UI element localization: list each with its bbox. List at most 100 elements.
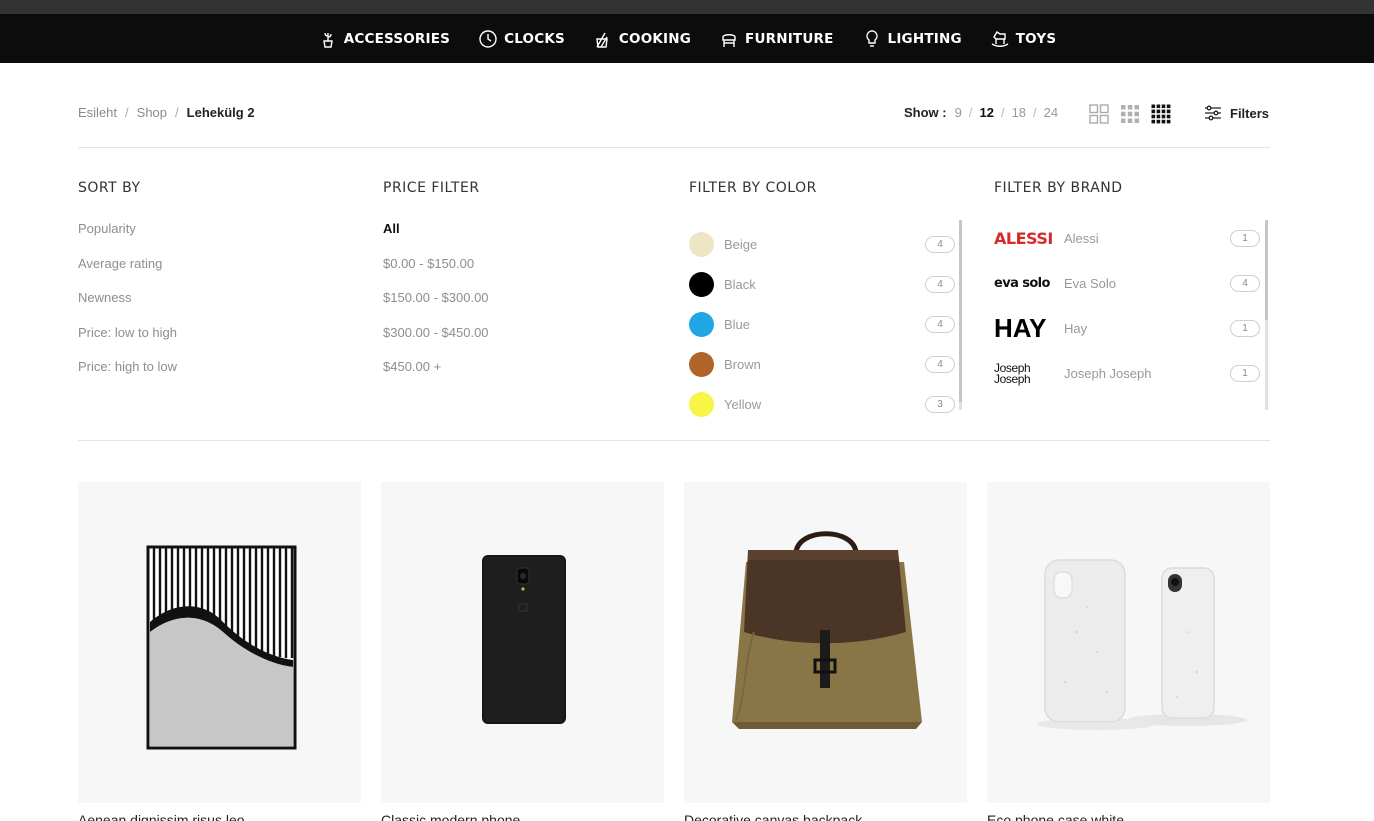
products-per-page: Show : 9 / 12 / 18 / 24 xyxy=(904,105,1058,120)
show-separator: / xyxy=(1000,105,1005,120)
color-option-black[interactable]: Black 4 xyxy=(689,264,955,304)
nav-item-clocks[interactable]: CLOCKS xyxy=(478,29,565,49)
product-card[interactable] xyxy=(381,482,664,803)
cactus-pot-icon xyxy=(322,32,333,48)
breadcrumb: Esileht / Shop / Lehekülg 2 xyxy=(78,105,255,120)
color-option-beige[interactable]: Beige 4 xyxy=(689,224,955,264)
lightbulb-icon xyxy=(865,29,878,47)
category-nav: ACCESSORIES CLOCKS COOKING FURNITURE LIG… xyxy=(0,14,1374,63)
product-card[interactable] xyxy=(78,482,361,803)
kitchen-utensils-icon xyxy=(596,32,608,48)
sort-option-newness[interactable]: Newness xyxy=(78,288,177,323)
price-option-0-150[interactable]: $0.00 - $150.00 xyxy=(383,254,489,289)
nav-item-lighting[interactable]: LIGHTING xyxy=(862,29,962,49)
sort-by-title: SORT BY xyxy=(78,180,141,196)
product-title[interactable]: Decorative canvas backpack xyxy=(684,812,862,821)
show-separator: / xyxy=(968,105,973,120)
price-option-all[interactable]: All xyxy=(383,219,489,254)
color-option-yellow[interactable]: Yellow 3 xyxy=(689,384,955,424)
grid-2-icon[interactable] xyxy=(1088,103,1110,125)
nav-label-accessories: ACCESSORIES xyxy=(343,30,451,47)
rocking-horse-icon xyxy=(991,30,1009,47)
hay-logo-text: HAY xyxy=(994,313,1047,343)
product-card[interactable] xyxy=(684,482,967,803)
nav-label-furniture: FURNITURE xyxy=(745,30,834,47)
color-swatch xyxy=(689,391,714,417)
show-option-12[interactable]: 12 xyxy=(979,105,993,120)
product-title[interactable]: Classic modern phone xyxy=(381,812,520,821)
show-separator: / xyxy=(1033,105,1037,120)
sort-by-list: Popularity Average rating Newness Price:… xyxy=(78,219,177,392)
breadcrumb-shop[interactable]: Shop xyxy=(137,105,167,120)
brand-option-hay[interactable]: HAY Hay 1 xyxy=(994,306,1260,351)
show-label: Show : xyxy=(904,105,947,120)
nav-item-toys[interactable]: TOYS xyxy=(990,29,1057,49)
canvas-backpack-image xyxy=(732,531,922,729)
eva-solo-logo: eva solo xyxy=(994,269,1052,299)
color-swatch xyxy=(689,271,714,297)
brand-name: Joseph Joseph xyxy=(1064,366,1152,381)
nav-label-lighting: LIGHTING xyxy=(887,30,962,47)
show-option-18[interactable]: 18 xyxy=(1012,105,1026,120)
product-title[interactable]: Aenean dignissim risus leo xyxy=(78,812,245,821)
eva-solo-logo-text: eva solo xyxy=(994,276,1050,291)
breadcrumb-separator: / xyxy=(125,105,129,120)
breadcrumb-home[interactable]: Esileht xyxy=(78,105,117,120)
hay-logo: HAY xyxy=(994,313,1052,344)
wave-art-print-image xyxy=(146,545,297,750)
nav-item-furniture[interactable]: FURNITURE xyxy=(719,29,834,49)
count-badge: 1 xyxy=(1230,320,1260,337)
brand-filter-list: ALESSI Alessi 1 eva solo Eva Solo 4 HAY … xyxy=(994,216,1260,396)
product-card[interactable] xyxy=(987,482,1270,803)
sort-option-price-asc[interactable]: Price: low to high xyxy=(78,323,177,358)
joseph-joseph-logo-text: Joseph Joseph xyxy=(994,360,1031,386)
nav-label-cooking: COOKING xyxy=(618,30,692,47)
brand-name: Hay xyxy=(1064,321,1088,336)
color-name: Brown xyxy=(724,356,761,372)
price-option-150-300[interactable]: $150.00 - $300.00 xyxy=(383,288,489,323)
top-strip xyxy=(0,0,1374,14)
sort-option-rating[interactable]: Average rating xyxy=(78,254,177,289)
brand-option-eva-solo[interactable]: eva solo Eva Solo 4 xyxy=(994,261,1260,306)
divider xyxy=(78,147,1270,148)
sort-option-popularity[interactable]: Popularity xyxy=(78,219,177,254)
brand-option-alessi[interactable]: ALESSI Alessi 1 xyxy=(994,216,1260,261)
price-filter-list: All $0.00 - $150.00 $150.00 - $300.00 $3… xyxy=(383,219,489,392)
filters-button[interactable]: Filters xyxy=(1204,104,1269,122)
nav-item-accessories[interactable]: ACCESSORIES xyxy=(318,29,450,49)
count-badge: 4 xyxy=(925,275,955,293)
color-option-blue[interactable]: Blue 4 xyxy=(689,304,955,344)
color-name: Black xyxy=(724,276,756,292)
grid-3-icon[interactable] xyxy=(1119,103,1141,125)
joseph-joseph-logo: Joseph Joseph xyxy=(994,359,1052,389)
count-badge: 4 xyxy=(925,235,955,253)
nav-label-toys: TOYS xyxy=(1015,30,1057,47)
white-phone-cases-image xyxy=(1037,559,1247,730)
color-option-brown[interactable]: Brown 4 xyxy=(689,344,955,384)
nav-item-cooking[interactable]: COOKING xyxy=(593,29,691,49)
brand-name: Eva Solo xyxy=(1064,276,1117,291)
product-title[interactable]: Eco phone case white xyxy=(987,812,1124,821)
count-badge: 4 xyxy=(925,315,955,333)
grid-4-icon[interactable] xyxy=(1150,103,1172,125)
price-option-300-450[interactable]: $300.00 - $450.00 xyxy=(383,323,489,358)
brand-list-scroll-thumb[interactable] xyxy=(1265,220,1268,320)
show-option-24[interactable]: 24 xyxy=(1044,105,1058,120)
color-filter-list: Beige 4 Black 4 Blue 4 Brown 4 Yellow 3 xyxy=(689,224,955,424)
color-name: Blue xyxy=(724,316,751,332)
sort-option-price-desc[interactable]: Price: high to low xyxy=(78,357,177,392)
color-list-scroll-thumb[interactable] xyxy=(959,220,962,402)
brand-option-joseph-joseph[interactable]: Joseph Joseph Joseph Joseph 1 xyxy=(994,351,1260,396)
price-option-450-plus[interactable]: $450.00 + xyxy=(383,357,489,392)
alessi-logo-text: ALESSI xyxy=(994,229,1053,248)
grid-view-toggle xyxy=(1088,103,1181,125)
color-name: Yellow xyxy=(724,396,762,412)
count-badge: 3 xyxy=(925,395,955,413)
breadcrumb-current: Lehekülg 2 xyxy=(186,105,255,120)
brand-name: Alessi xyxy=(1064,231,1099,246)
nav-label-clocks: CLOCKS xyxy=(504,30,565,47)
color-swatch xyxy=(689,351,714,377)
color-swatch xyxy=(689,231,714,257)
armchair-icon xyxy=(722,33,736,47)
show-option-9[interactable]: 9 xyxy=(955,105,962,120)
